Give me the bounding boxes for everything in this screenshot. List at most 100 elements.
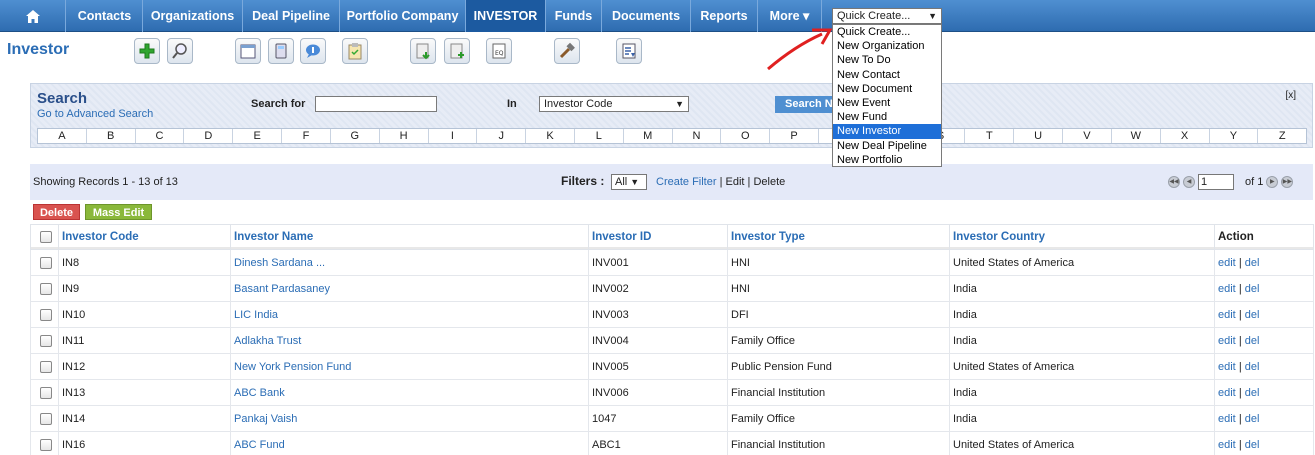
qc-option-new-organization[interactable]: New Organization <box>833 39 941 53</box>
row-del-link[interactable]: del <box>1245 439 1260 451</box>
alpha-letter-d[interactable]: D <box>184 129 234 143</box>
alpha-letter-l[interactable]: L <box>575 129 624 143</box>
cell-investor-name-link[interactable]: New York Pension Fund <box>230 353 589 380</box>
alpha-letter-v[interactable]: V <box>1063 129 1112 143</box>
row-checkbox[interactable] <box>40 438 52 451</box>
page-input[interactable]: 1 <box>1198 174 1234 190</box>
alpha-letter-i[interactable]: I <box>429 129 478 143</box>
nav-reports[interactable]: Reports <box>691 0 758 32</box>
nav-funds[interactable]: Funds <box>546 0 602 32</box>
row-checkbox[interactable] <box>40 334 52 347</box>
col-investor-country[interactable]: Investor Country <box>949 224 1215 250</box>
row-edit-link[interactable]: edit <box>1218 413 1236 425</box>
row-checkbox[interactable] <box>40 412 52 425</box>
qc-option-new-deal-pipeline[interactable]: New Deal Pipeline <box>833 139 941 153</box>
row-edit-link[interactable]: edit <box>1218 309 1236 321</box>
alpha-letter-p[interactable]: P <box>770 129 819 143</box>
row-checkbox[interactable] <box>40 308 52 321</box>
cell-investor-name-link[interactable]: Basant Pardasaney <box>230 275 589 302</box>
row-checkbox[interactable] <box>40 360 52 373</box>
home-button[interactable] <box>0 0 66 32</box>
settings-tools-button[interactable] <box>554 38 580 64</box>
delete-filter-link[interactable]: Delete <box>753 176 785 188</box>
search-field-select[interactable]: Investor Code ▼ <box>539 96 689 112</box>
alpha-letter-k[interactable]: K <box>526 129 575 143</box>
next-page-icon[interactable]: ▶ <box>1266 176 1279 188</box>
qc-option-new-fund[interactable]: New Fund <box>833 110 941 124</box>
row-del-link[interactable]: del <box>1245 413 1260 425</box>
report-button[interactable] <box>616 38 642 64</box>
calculator-button[interactable] <box>268 38 294 64</box>
row-checkbox[interactable] <box>40 282 52 295</box>
col-investor-name[interactable]: Investor Name <box>230 224 589 250</box>
nav-portfolio-company[interactable]: Portfolio Company <box>340 0 466 32</box>
qc-option-new-event[interactable]: New Event <box>833 96 941 110</box>
alpha-letter-n[interactable]: N <box>673 129 722 143</box>
cell-investor-name-link[interactable]: LIC India <box>230 301 589 328</box>
qc-option-quick-create[interactable]: Quick Create... <box>833 25 941 39</box>
alpha-letter-e[interactable]: E <box>233 129 283 143</box>
prev-page-icon[interactable]: ◀ <box>1183 176 1195 188</box>
row-edit-link[interactable]: edit <box>1218 439 1236 451</box>
cell-investor-name-link[interactable]: Dinesh Sardana ... <box>230 249 589 276</box>
alpha-letter-z[interactable]: Z <box>1258 129 1306 143</box>
search-now-button[interactable]: Search N <box>775 96 835 113</box>
row-del-link[interactable]: del <box>1245 257 1260 269</box>
quick-create-select[interactable]: Quick Create... ▼ <box>832 8 942 24</box>
col-investor-id[interactable]: Investor ID <box>588 224 728 250</box>
nav-contacts[interactable]: Contacts <box>67 0 143 32</box>
alpha-letter-w[interactable]: W <box>1112 129 1161 143</box>
close-search-button[interactable]: [x] <box>1285 90 1296 101</box>
row-checkbox[interactable] <box>40 386 52 399</box>
alpha-letter-g[interactable]: G <box>331 129 380 143</box>
cell-investor-name-link[interactable]: ABC Bank <box>230 379 589 406</box>
alpha-letter-o[interactable]: O <box>721 129 771 143</box>
row-edit-link[interactable]: edit <box>1218 283 1236 295</box>
row-del-link[interactable]: del <box>1245 361 1260 373</box>
export-button[interactable] <box>444 38 470 64</box>
first-page-icon[interactable]: ◀◀ <box>1168 176 1180 188</box>
search-button[interactable] <box>167 38 193 64</box>
row-edit-link[interactable]: edit <box>1218 387 1236 399</box>
row-del-link[interactable]: del <box>1245 387 1260 399</box>
mass-edit-button[interactable]: Mass Edit <box>85 204 152 220</box>
cell-investor-name-link[interactable]: ABC Fund <box>230 431 589 455</box>
row-del-link[interactable]: del <box>1245 335 1260 347</box>
delete-button[interactable]: Delete <box>33 204 80 220</box>
search-input[interactable] <box>315 96 437 112</box>
nav-deal-pipeline[interactable]: Deal Pipeline <box>243 0 340 32</box>
calendar-button[interactable] <box>235 38 261 64</box>
add-button[interactable] <box>134 38 160 64</box>
chat-button[interactable] <box>300 38 326 64</box>
row-del-link[interactable]: del <box>1245 309 1260 321</box>
row-del-link[interactable]: del <box>1245 283 1260 295</box>
qc-option-new-document[interactable]: New Document <box>833 82 941 96</box>
alpha-letter-x[interactable]: X <box>1161 129 1210 143</box>
alpha-letter-c[interactable]: C <box>136 129 185 143</box>
col-investor-code[interactable]: Investor Code <box>58 224 231 250</box>
alpha-letter-h[interactable]: H <box>380 129 429 143</box>
alpha-letter-y[interactable]: Y <box>1210 129 1259 143</box>
create-filter-link[interactable]: Create Filter <box>656 176 717 188</box>
alpha-letter-j[interactable]: J <box>477 129 527 143</box>
qc-option-new-investor[interactable]: New Investor <box>833 124 941 139</box>
qc-option-new-todo[interactable]: New To Do <box>833 53 941 67</box>
find-duplicates-button[interactable]: EQ <box>486 38 512 64</box>
col-investor-type[interactable]: Investor Type <box>727 224 950 250</box>
alpha-letter-b[interactable]: B <box>87 129 136 143</box>
nav-organizations[interactable]: Organizations <box>143 0 243 32</box>
alpha-letter-t[interactable]: T <box>965 129 1015 143</box>
cell-investor-name-link[interactable]: Adlakha Trust <box>230 327 589 354</box>
alpha-letter-m[interactable]: M <box>624 129 673 143</box>
nav-investor[interactable]: INVESTOR <box>466 0 546 32</box>
qc-option-new-contact[interactable]: New Contact <box>833 68 941 82</box>
clipboard-button[interactable] <box>342 38 368 64</box>
cell-investor-name-link[interactable]: Pankaj Vaish <box>230 405 589 432</box>
select-all-checkbox[interactable] <box>40 231 52 243</box>
nav-documents[interactable]: Documents <box>602 0 691 32</box>
filter-select[interactable]: All ▼ <box>611 174 647 190</box>
row-edit-link[interactable]: edit <box>1218 257 1236 269</box>
advanced-search-link[interactable]: Go to Advanced Search <box>37 108 153 120</box>
import-button[interactable] <box>410 38 436 64</box>
alpha-letter-u[interactable]: U <box>1014 129 1064 143</box>
